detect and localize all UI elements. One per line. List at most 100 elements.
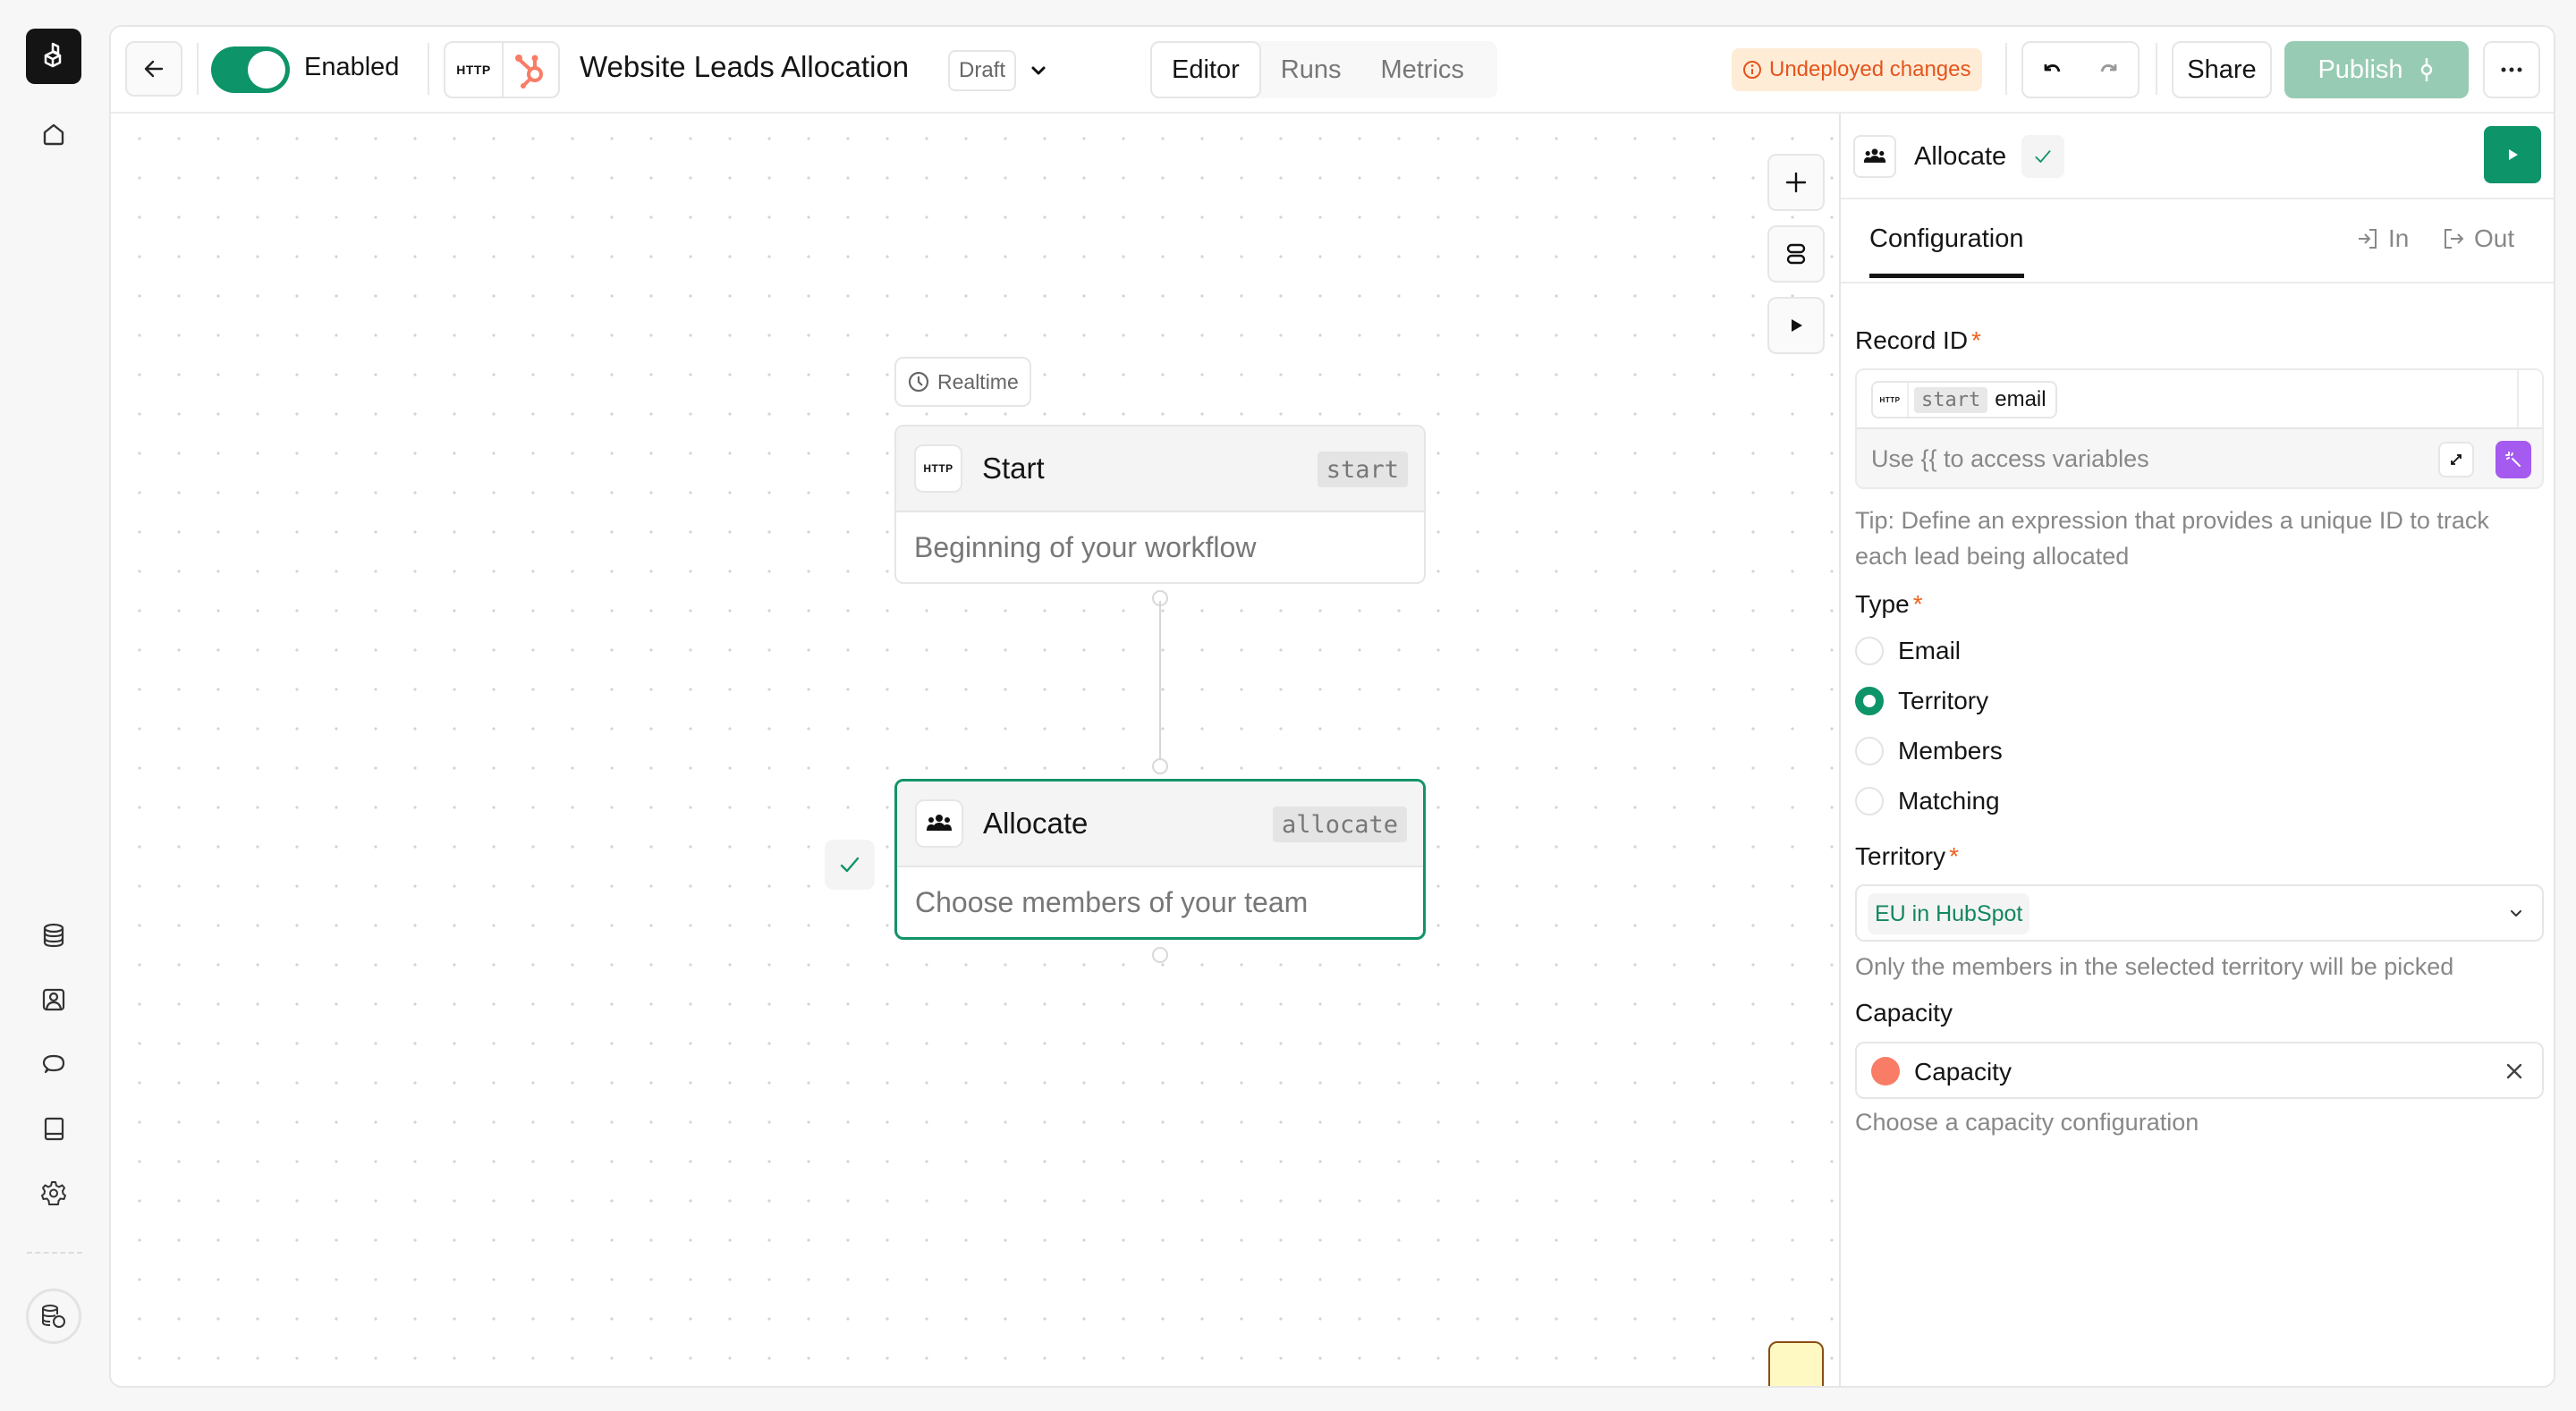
http-icon: HTTP [456,63,491,77]
chevron-down-icon [1031,66,1046,75]
redo-button[interactable] [2080,43,2138,97]
node-config-panel: Allocate Configuration In Out Record ID * [1839,114,2554,1386]
play-icon [1792,319,1802,332]
commit-icon [2420,58,2432,81]
tab-output[interactable]: Out [2442,224,2514,253]
magic-wand-icon [2505,452,2521,467]
workflow-title[interactable]: Website Leads Allocation [580,50,909,84]
node-output-port[interactable] [1152,947,1168,963]
territory-select[interactable]: EU in HubSpot [1855,884,2544,942]
logo-icon[interactable] [26,29,81,84]
type-option-territory[interactable]: Territory [1855,687,1988,715]
variable-chip[interactable]: HTTP start email [1871,381,2057,418]
type-option-members[interactable]: Members [1855,737,2003,765]
panel-header: Allocate [1841,114,2554,199]
variable-step-key: start [1914,386,1988,413]
toolbar-divider [2156,43,2157,95]
radio-button-checked[interactable] [1855,687,1884,715]
top-toolbar: Enabled HTTP Website Leads Allocation Dr… [111,27,2554,114]
clock-icon [908,371,929,393]
node-start[interactable]: HTTP Start start Beginning of your workf… [894,425,1426,584]
tab-editor[interactable]: Editor [1150,41,1261,98]
enabled-label: Enabled [304,53,400,81]
node-allocate[interactable]: Allocate allocate Choose members of your… [894,779,1426,940]
trigger-badge[interactable]: Realtime [894,357,1031,407]
node-description: Choose members of your team [915,885,1309,918]
panel-tabs: Configuration In Out [1841,199,2554,283]
toolbar-divider [2005,43,2007,95]
trigger-label: Realtime [937,369,1019,393]
book-icon[interactable] [36,1111,72,1146]
type-option-email[interactable]: Email [1855,637,1961,665]
variable-property: email [1995,387,2046,411]
workspace-db-icon[interactable] [26,1288,81,1344]
input-icon [2359,229,2377,249]
capacity-color-dot [1871,1057,1900,1086]
node-header: Allocate allocate [897,782,1423,867]
undo-icon [2044,64,2061,72]
node-description: Beginning of your workflow [914,530,1257,563]
chat-icon[interactable] [36,1046,72,1082]
redo-icon [2100,64,2117,72]
left-sidebar [0,0,107,1411]
undo-button[interactable] [2023,43,2080,97]
output-icon [2445,229,2464,249]
record-id-label: Record ID * [1855,326,1981,354]
add-node-button[interactable] [1767,154,1825,211]
settings-icon[interactable] [36,1175,72,1211]
node-input-port[interactable] [1152,758,1168,774]
check-icon [840,857,860,873]
capacity-select[interactable]: Capacity [1855,1042,2544,1099]
info-icon [1743,61,1761,79]
expression-input-placeholder[interactable]: Use {{ to access variables [1871,445,2149,473]
undeployed-changes-badge[interactable]: Undeployed changes [1732,48,1982,91]
tab-runs[interactable]: Runs [1261,41,1361,98]
type-option-matching[interactable]: Matching [1855,787,2000,815]
expand-editor-button[interactable] [2438,442,2474,477]
tab-metrics[interactable]: Metrics [1360,41,1483,98]
workflow-editor: Enabled HTTP Website Leads Allocation Dr… [109,25,2555,1388]
version-dropdown[interactable] [1025,57,1052,84]
run-step-button[interactable] [2484,126,2541,183]
tab-input[interactable]: In [2356,224,2409,253]
auto-layout-button[interactable] [1767,225,1825,283]
share-button[interactable]: Share [2172,41,2272,98]
sticky-note-button[interactable] [1768,1341,1824,1386]
http-icon: HTTP [1873,383,1909,417]
publish-button[interactable]: Publish [2284,41,2469,98]
radio-button[interactable] [1855,737,1884,765]
node-valid-indicator [825,840,875,890]
contacts-icon[interactable] [36,982,72,1018]
radio-button[interactable] [1855,787,1884,815]
tab-configuration[interactable]: Configuration [1869,224,2024,278]
node-connection[interactable] [1159,601,1161,767]
home-icon[interactable] [36,116,72,152]
toolbar-divider [197,43,199,95]
enabled-toggle[interactable] [211,46,290,93]
publish-label: Publish [2318,55,2403,84]
node-title: Allocate [983,807,1089,840]
back-button[interactable] [125,41,182,97]
expression-input-row: Use {{ to access variables [1857,429,2542,487]
database-icon[interactable] [36,917,72,953]
expression-value[interactable]: HTTP start email [1857,370,2542,429]
clear-capacity-button[interactable] [2501,1058,2528,1085]
workflow-canvas[interactable]: Realtime HTTP Start start Beginning of y… [111,114,1839,1386]
radio-button[interactable] [1855,637,1884,665]
node-header: HTTP Start start [896,427,1424,512]
more-options-button[interactable] [2483,41,2540,98]
sidebar-divider [27,1252,82,1254]
plus-icon [1785,172,1807,193]
ai-assist-button[interactable] [2496,441,2531,478]
panel-title: Allocate [1914,142,2007,171]
record-id-expression-field[interactable]: HTTP start email Use {{ to access variab… [1855,368,2544,489]
expand-icon [2451,454,2462,465]
capacity-label: Capacity [1855,999,1953,1027]
run-test-button[interactable] [1767,297,1825,354]
territory-label: Territory * [1855,842,1960,870]
node-key: allocate [1272,807,1407,842]
hubspot-icon [502,43,558,97]
node-title: Start [982,452,1045,485]
chevron-down-icon [2504,901,2528,925]
type-label: Type * [1855,590,1923,618]
